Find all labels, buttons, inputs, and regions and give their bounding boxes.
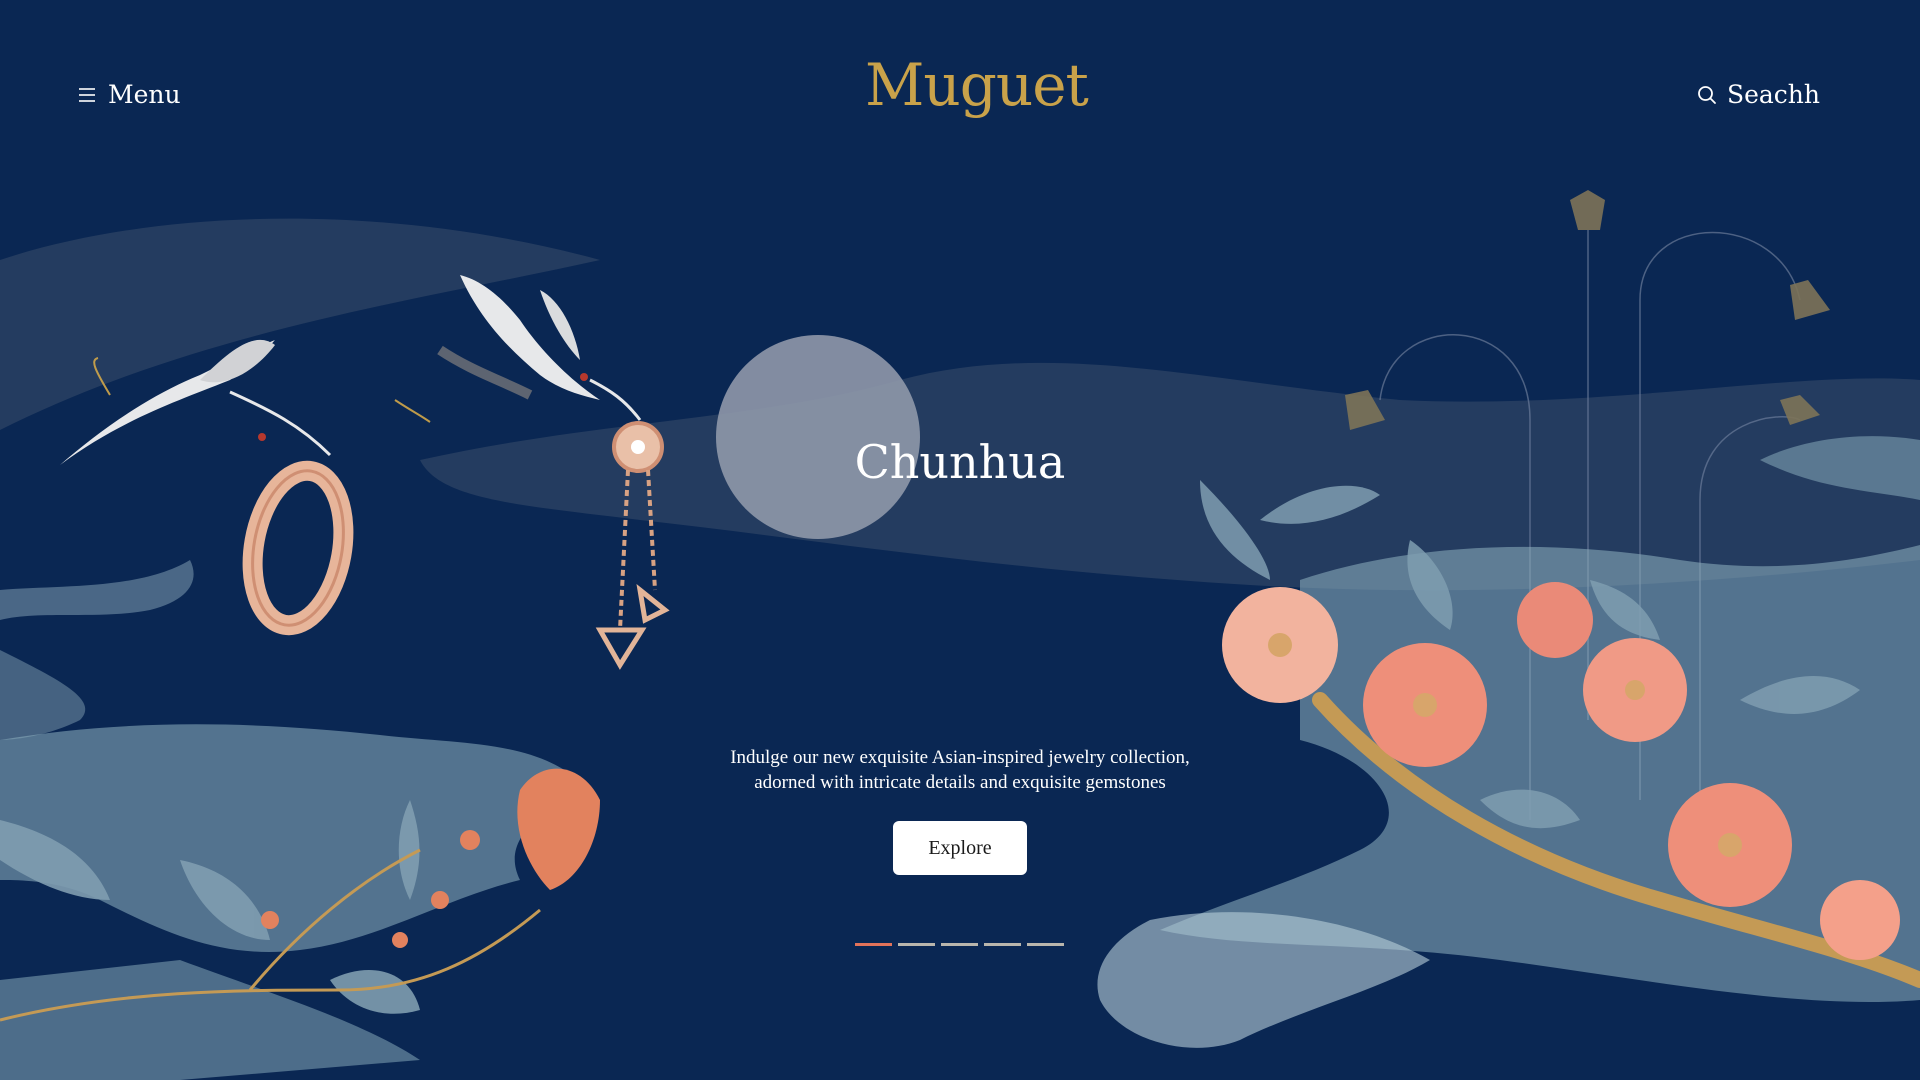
carousel-dot-5[interactable] [1027, 943, 1064, 946]
menu-label: Menu [108, 80, 181, 109]
carousel-indicators [855, 943, 1064, 946]
menu-button[interactable]: Menu [78, 80, 181, 109]
carousel-dot-4[interactable] [984, 943, 1021, 946]
explore-button[interactable]: Explore [893, 821, 1027, 875]
hero-description-line-1: Indulge our new exquisite Asian-inspired… [730, 747, 1190, 768]
hamburger-icon [79, 87, 95, 102]
carousel-dot-1[interactable] [855, 943, 892, 946]
crane-right-icon [394, 275, 642, 423]
ring-icon [242, 460, 354, 636]
brand-logo-text: Muguet [865, 51, 1089, 119]
search-icon [1698, 85, 1716, 104]
hero-stage: Menu Muguet Seachh Chunhua Indulge our n… [0, 0, 1920, 1080]
carousel-dot-2[interactable] [898, 943, 935, 946]
hero-description: Indulge our new exquisite Asian-inspired… [660, 745, 1260, 795]
top-navigation: Menu Muguet Seachh [0, 0, 1920, 190]
brand-logo[interactable]: Muguet [865, 45, 1089, 130]
carousel-dot-3[interactable] [941, 943, 978, 946]
search-button[interactable]: Seachh [1697, 80, 1820, 109]
hero-description-line-2: adorned with intricate details and exqui… [754, 772, 1166, 793]
search-label: Seachh [1726, 80, 1820, 109]
hero-title: Chunhua [854, 435, 1066, 489]
